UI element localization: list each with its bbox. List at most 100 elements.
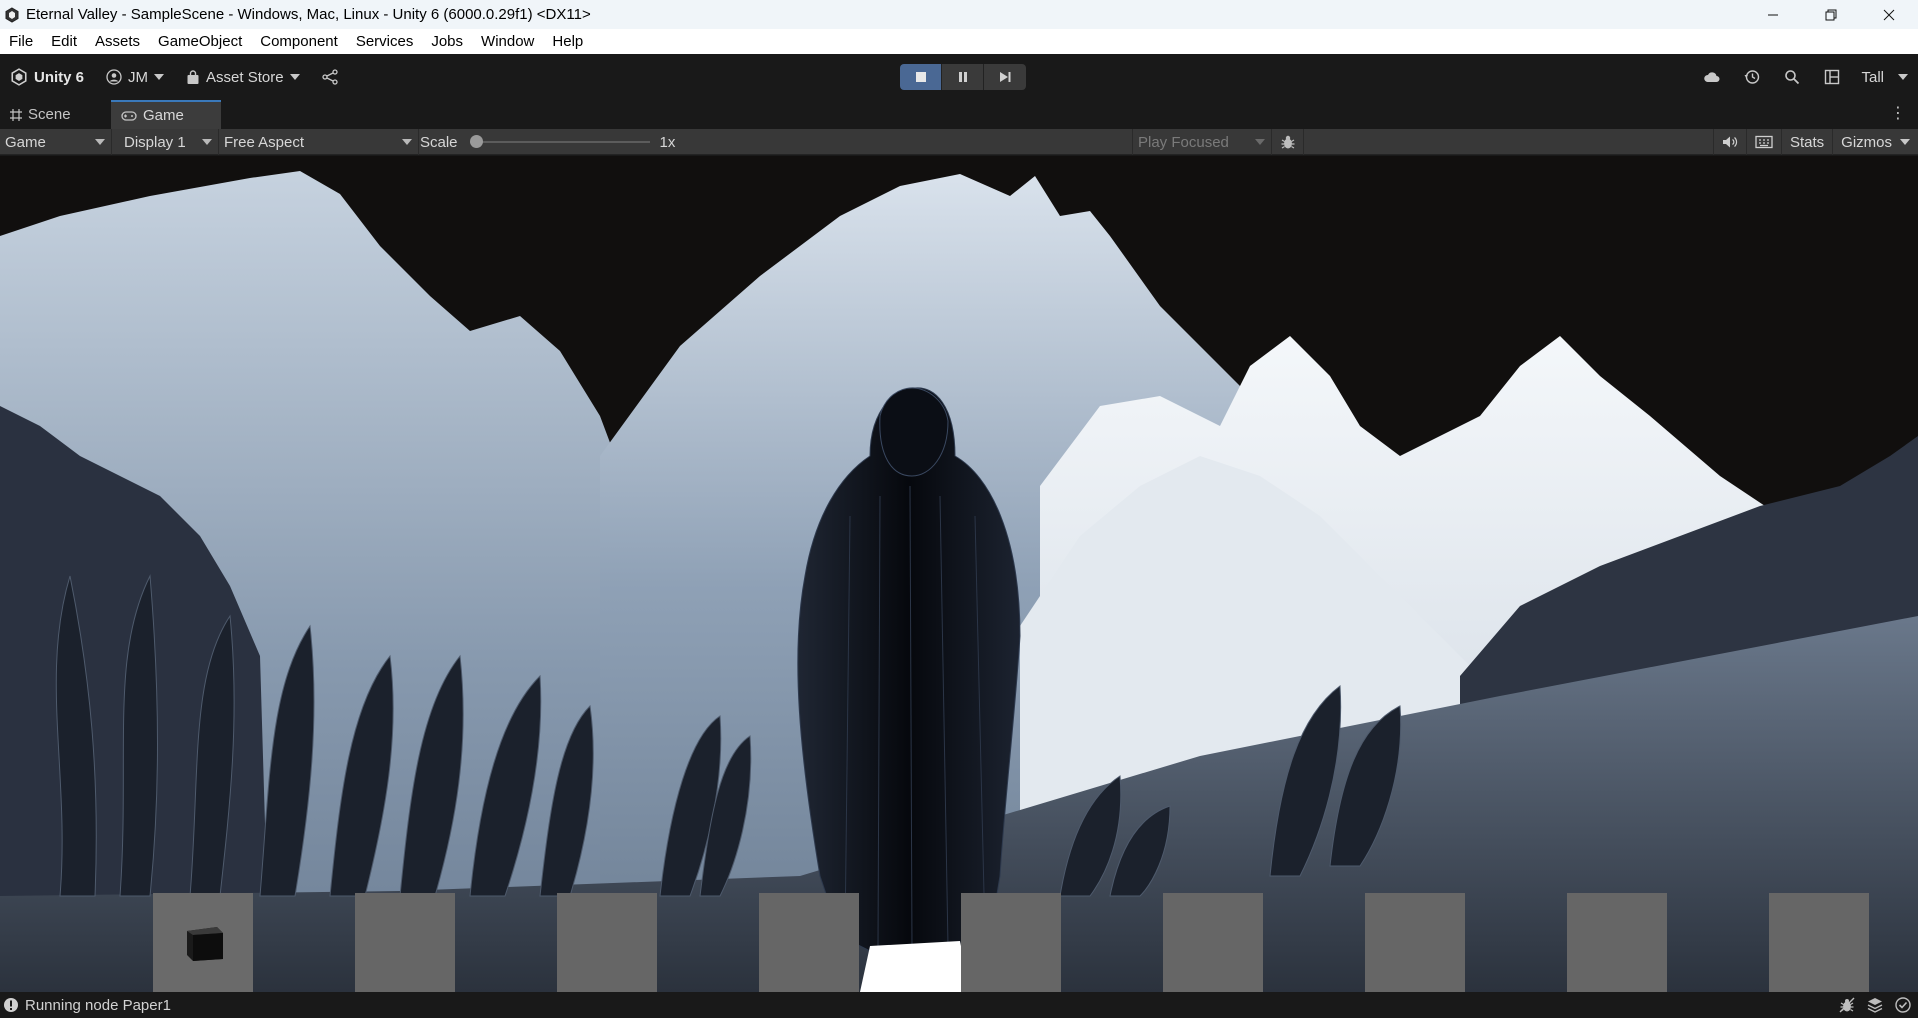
search-button[interactable] bbox=[1777, 65, 1807, 89]
history-button[interactable] bbox=[1737, 65, 1767, 89]
scale-slider[interactable] bbox=[469, 135, 650, 148]
hotbar-slot-5[interactable] bbox=[961, 893, 1061, 992]
product-label: Unity 6 bbox=[34, 68, 85, 86]
more-options-icon[interactable]: ⋮ bbox=[1890, 106, 1906, 122]
step-button[interactable] bbox=[984, 64, 1026, 90]
pause-icon bbox=[958, 72, 967, 82]
chevron-down-icon bbox=[202, 139, 212, 145]
account-label: JM bbox=[128, 68, 149, 86]
menu-edit[interactable]: Edit bbox=[42, 33, 86, 50]
mute-audio-button[interactable] bbox=[1712, 129, 1746, 155]
minimize-icon bbox=[1768, 14, 1778, 15]
menu-services[interactable]: Services bbox=[347, 33, 423, 50]
scale-control: Scale 1x bbox=[420, 129, 675, 155]
shortcuts-button[interactable] bbox=[1745, 129, 1781, 155]
gizmos-dropdown[interactable]: Gizmos bbox=[1832, 129, 1918, 155]
chevron-down-icon bbox=[95, 139, 105, 145]
chevron-down-icon bbox=[1900, 139, 1910, 145]
version-control-icon bbox=[321, 69, 338, 85]
menu-component[interactable]: Component bbox=[251, 33, 347, 50]
keyboard-icon bbox=[1755, 135, 1773, 149]
black-cube-item-icon bbox=[187, 927, 223, 961]
view-mode-dropdown[interactable]: Game bbox=[0, 129, 112, 155]
grid-icon bbox=[10, 108, 22, 121]
status-message[interactable]: Running node Paper1 bbox=[25, 997, 171, 1014]
shopping-bag-icon bbox=[187, 69, 199, 84]
menu-window[interactable]: Window bbox=[472, 33, 543, 50]
account-dropdown[interactable]: JM bbox=[98, 65, 172, 89]
aspect-dropdown[interactable]: Free Aspect bbox=[219, 129, 419, 155]
debug-button[interactable] bbox=[1272, 129, 1304, 155]
cloud-icon bbox=[1704, 72, 1720, 82]
play-mode-dropdown[interactable]: Play Focused bbox=[1132, 129, 1272, 155]
stop-button[interactable] bbox=[900, 64, 942, 90]
window-title: Eternal Valley - SampleScene - Windows, … bbox=[26, 6, 591, 23]
game-scene-render bbox=[0, 171, 1918, 992]
status-bar: Running node Paper1 bbox=[0, 992, 1918, 1018]
chevron-down-icon bbox=[1255, 139, 1265, 145]
menu-file[interactable]: File bbox=[0, 33, 42, 50]
tab-scene-label: Scene bbox=[28, 106, 71, 123]
restore-button[interactable] bbox=[1802, 0, 1860, 29]
bug-icon bbox=[1281, 135, 1294, 149]
chevron-down-icon bbox=[1898, 74, 1908, 80]
stats-button[interactable]: Stats bbox=[1780, 129, 1832, 155]
hotbar-slot-7[interactable] bbox=[1365, 893, 1465, 992]
menu-assets[interactable]: Assets bbox=[86, 33, 149, 50]
unity-logo-icon bbox=[5, 6, 19, 23]
hotbar-slot-2[interactable] bbox=[355, 893, 455, 992]
step-icon bbox=[1000, 72, 1011, 82]
menu-jobs[interactable]: Jobs bbox=[422, 33, 472, 50]
display-dropdown[interactable]: Display 1 bbox=[119, 129, 219, 155]
game-view-toolbar: Game Display 1 Free Aspect Scale 1x Play… bbox=[0, 129, 1918, 155]
search-icon bbox=[1785, 70, 1800, 85]
main-toolbar: Unity 6 JM Asset Store Tall bbox=[0, 54, 1918, 100]
view-mode-label: Game bbox=[5, 133, 46, 151]
display-label: Display 1 bbox=[124, 133, 186, 151]
play-mode-label: Play Focused bbox=[1138, 133, 1229, 151]
layers-icon[interactable] bbox=[1866, 996, 1884, 1014]
play-controls bbox=[900, 64, 1026, 90]
check-circle-icon[interactable] bbox=[1894, 996, 1912, 1014]
minimize-button[interactable] bbox=[1744, 0, 1802, 29]
game-viewport[interactable] bbox=[0, 156, 1918, 992]
hotbar-slot-8[interactable] bbox=[1567, 893, 1667, 992]
restore-icon bbox=[1825, 9, 1837, 20]
chevron-down-icon bbox=[154, 74, 165, 80]
tab-game-label: Game bbox=[143, 107, 184, 124]
hotbar-slot-4[interactable] bbox=[759, 893, 859, 992]
unity-home-button[interactable]: Unity 6 bbox=[10, 65, 92, 89]
scale-slider-thumb[interactable] bbox=[469, 135, 483, 148]
stats-label: Stats bbox=[1789, 133, 1825, 151]
asset-store-dropdown[interactable]: Asset Store bbox=[178, 65, 308, 89]
version-control-button[interactable] bbox=[314, 65, 346, 89]
layout-button[interactable] bbox=[1817, 65, 1847, 89]
stop-icon bbox=[915, 72, 926, 82]
tab-scene[interactable]: Scene bbox=[0, 100, 110, 129]
hotbar-slot-3[interactable] bbox=[557, 893, 657, 992]
menu-gameobject[interactable]: GameObject bbox=[149, 33, 251, 50]
scale-value: 1x bbox=[659, 133, 676, 151]
user-icon bbox=[106, 69, 122, 85]
layout-icon bbox=[1825, 69, 1840, 85]
history-icon bbox=[1744, 70, 1760, 84]
layout-dropdown[interactable]: Tall bbox=[1857, 69, 1908, 86]
menu-help[interactable]: Help bbox=[543, 33, 592, 50]
view-tabs: Scene Game ⋮ bbox=[0, 100, 1918, 129]
layout-label: Tall bbox=[1861, 68, 1884, 86]
debug-mode-icon[interactable] bbox=[1838, 996, 1856, 1014]
menu-bar: File Edit Assets GameObject Component Se… bbox=[0, 29, 1918, 54]
hotbar-slot-9[interactable] bbox=[1769, 893, 1869, 992]
tab-game[interactable]: Game bbox=[111, 100, 221, 129]
hotbar-slot-1[interactable] bbox=[153, 893, 253, 992]
asset-store-label: Asset Store bbox=[206, 68, 284, 86]
close-icon bbox=[1883, 9, 1895, 20]
cloud-button[interactable] bbox=[1697, 65, 1727, 89]
hotbar-slot-6[interactable] bbox=[1163, 893, 1263, 992]
aspect-label: Free Aspect bbox=[224, 133, 305, 151]
scale-label: Scale bbox=[420, 133, 458, 151]
gizmos-label: Gizmos bbox=[1841, 133, 1892, 151]
close-button[interactable] bbox=[1860, 0, 1918, 29]
pause-button[interactable] bbox=[942, 64, 984, 90]
chevron-down-icon bbox=[402, 139, 412, 145]
